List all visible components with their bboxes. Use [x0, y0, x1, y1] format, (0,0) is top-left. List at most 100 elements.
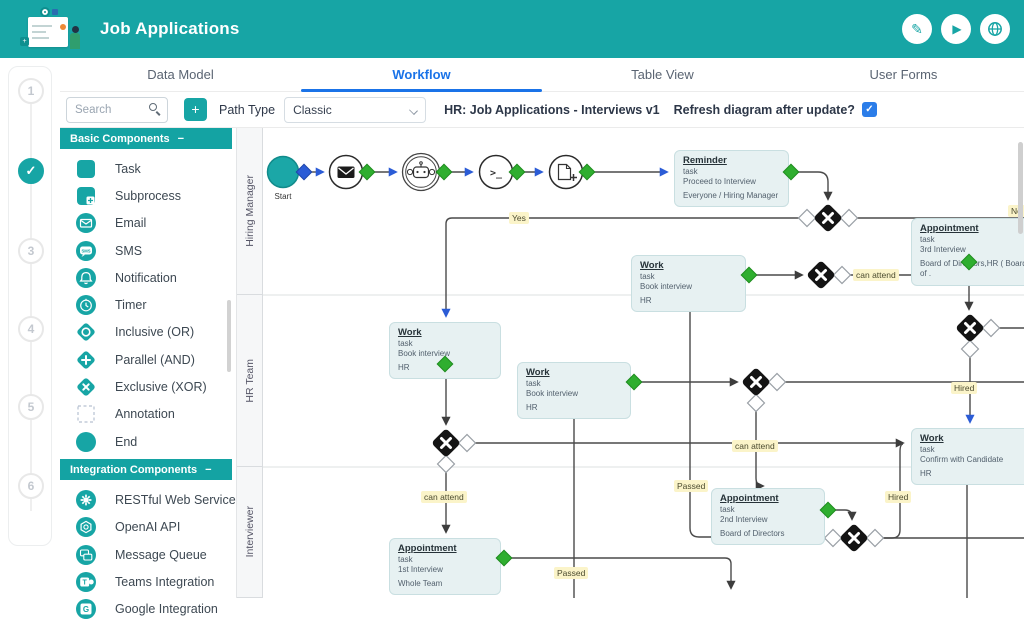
- email-icon: [75, 212, 97, 234]
- svg-text:SMS: SMS: [81, 248, 90, 253]
- teams-icon: T: [75, 571, 97, 593]
- xor-gateway: [955, 313, 985, 343]
- palette-section-integration[interactable]: Integration Components −: [60, 459, 232, 480]
- svg-text:T: T: [83, 579, 88, 586]
- gear-icon: [75, 489, 97, 511]
- collapse-icon[interactable]: −: [205, 464, 211, 476]
- globe-icon: [987, 21, 1003, 37]
- run-button[interactable]: ▶: [941, 14, 971, 44]
- step-4[interactable]: 4: [18, 316, 44, 342]
- bell-icon: [75, 267, 97, 289]
- service-node: [403, 154, 440, 191]
- step-1[interactable]: 1: [18, 78, 44, 104]
- palette-item-task[interactable]: Task: [60, 155, 232, 182]
- person-illustration: [70, 33, 80, 49]
- edit-button[interactable]: ✎: [902, 14, 932, 44]
- chip-decoration-icon: [52, 9, 58, 15]
- xor-gateway: [431, 428, 461, 458]
- add-path-button[interactable]: +: [184, 98, 207, 121]
- message-queue-icon: [75, 544, 97, 566]
- workflow-toolbar: + Path Type Classic HR: Job Applications…: [60, 92, 1024, 128]
- app-header: + Job Applications ✎ ▶: [0, 0, 1024, 58]
- google-icon: G: [75, 598, 97, 620]
- envelope-icon: [338, 167, 355, 179]
- palette-item-timer[interactable]: Timer: [60, 291, 232, 318]
- tab-table-view[interactable]: Table View: [542, 58, 783, 91]
- task-node-work-confirm[interactable]: Work task Confirm with Candidate HR: [911, 428, 1024, 485]
- workflow-canvas[interactable]: Hiring Manager HR Team Interviewer: [236, 128, 1024, 598]
- tab-data-model[interactable]: Data Model: [60, 58, 301, 91]
- annotation-icon: [75, 403, 97, 425]
- step-5[interactable]: 5: [18, 394, 44, 420]
- terminal-icon: >_: [490, 168, 503, 179]
- palette-item-message-queue[interactable]: Message Queue: [60, 541, 232, 568]
- subprocess-icon: [75, 185, 97, 207]
- path-type-label: Path Type: [219, 103, 275, 117]
- palette-scrollbar[interactable]: [227, 300, 231, 372]
- tab-workflow[interactable]: Workflow: [301, 58, 542, 91]
- inclusive-gateway-icon: [75, 321, 97, 343]
- step-6[interactable]: 6: [18, 473, 44, 499]
- diagram-title: HR: Job Applications - Interviews v1: [444, 103, 660, 117]
- edge-label-can-attend: can attend: [732, 440, 778, 452]
- palette-item-exclusive-xor[interactable]: Exclusive (XOR): [60, 373, 232, 400]
- xor-gateway: [806, 260, 836, 290]
- publish-button[interactable]: [980, 14, 1010, 44]
- xor-gateway: [741, 367, 771, 397]
- chevron-down-icon: [409, 106, 418, 115]
- task-node-appointment-2nd[interactable]: Appointment task 2nd Interview Board of …: [711, 488, 825, 545]
- palette-item-parallel-and[interactable]: Parallel (AND): [60, 346, 232, 373]
- edge-label-passed: Passed: [554, 567, 588, 579]
- task-node-appointment-3rd[interactable]: Appointment task 3rd Interview Board of …: [911, 218, 1024, 286]
- path-type-value: Classic: [293, 103, 332, 117]
- palette-item-email[interactable]: Email: [60, 210, 232, 237]
- edge-label-hired: Hired: [885, 491, 911, 503]
- canvas-scrollbar[interactable]: [1018, 142, 1023, 234]
- edge-label-can-attend: can attend: [853, 269, 899, 281]
- end-node-icon: [75, 431, 97, 453]
- xor-gateway: [839, 523, 869, 553]
- gear-decoration-icon: [40, 7, 50, 17]
- path-type-select[interactable]: Classic: [284, 97, 426, 123]
- palette-item-openai[interactable]: OpenAI API: [60, 514, 232, 541]
- openai-icon: [75, 516, 97, 538]
- edge-label-hired: Hired: [951, 382, 977, 394]
- palette-item-annotation[interactable]: Annotation: [60, 401, 232, 428]
- palette-item-notification[interactable]: Notification: [60, 264, 232, 291]
- palette-item-end[interactable]: End: [60, 428, 232, 455]
- refresh-checkbox[interactable]: [862, 102, 877, 117]
- edge-label-can-attend: can attend: [421, 491, 467, 503]
- exclusive-gateway-icon: [75, 376, 97, 398]
- palette-item-restful[interactable]: RESTful Web Service: [60, 486, 232, 513]
- palette-item-sms[interactable]: SMS SMS: [60, 237, 232, 264]
- palette-section-title: Basic Components: [70, 133, 170, 145]
- task-node-appointment-1st[interactable]: Appointment task 1st Interview Whole Tea…: [389, 538, 501, 595]
- pencil-icon: ✎: [911, 21, 923, 38]
- parallel-gateway-icon: [75, 349, 97, 371]
- task-node-work-book-interview-1[interactable]: Work task Book interview HR: [631, 255, 746, 312]
- component-palette: Basic Components − Task Subprocess Email…: [60, 128, 232, 598]
- task-node-work-book-interview-3[interactable]: Work task Book interview HR: [517, 362, 631, 419]
- task-node-reminder[interactable]: Reminder task Proceed to Interview Every…: [674, 150, 789, 207]
- palette-item-subprocess[interactable]: Subprocess: [60, 182, 232, 209]
- palette-item-inclusive-or[interactable]: Inclusive (OR): [60, 319, 232, 346]
- palette-section-basic[interactable]: Basic Components −: [60, 128, 232, 149]
- clock-icon: [75, 294, 97, 316]
- workflow-stepper: 1 ✓ 3 4 5 6: [8, 66, 52, 546]
- palette-item-teams[interactable]: T Teams Integration: [60, 568, 232, 595]
- app-logo: +: [18, 7, 88, 53]
- step-3[interactable]: 3: [18, 238, 44, 264]
- tab-user-forms[interactable]: User Forms: [783, 58, 1024, 91]
- palette-item-google[interactable]: G Google Integration: [60, 595, 232, 622]
- step-2-done[interactable]: ✓: [18, 158, 44, 184]
- xor-gateway: [813, 203, 843, 233]
- start-node-label: Start: [275, 192, 293, 201]
- event-nodes[interactable]: Start >_: [268, 154, 583, 202]
- edge-label-yes: Yes: [509, 212, 529, 224]
- collapse-icon[interactable]: −: [178, 133, 184, 145]
- script-node: >_: [480, 156, 513, 189]
- page-title: Job Applications: [100, 19, 240, 39]
- workflow-diagram: Start >_: [237, 128, 1024, 598]
- task-node-work-book-interview-2[interactable]: Work task Book interview HR: [389, 322, 501, 379]
- task-icon: [75, 158, 97, 180]
